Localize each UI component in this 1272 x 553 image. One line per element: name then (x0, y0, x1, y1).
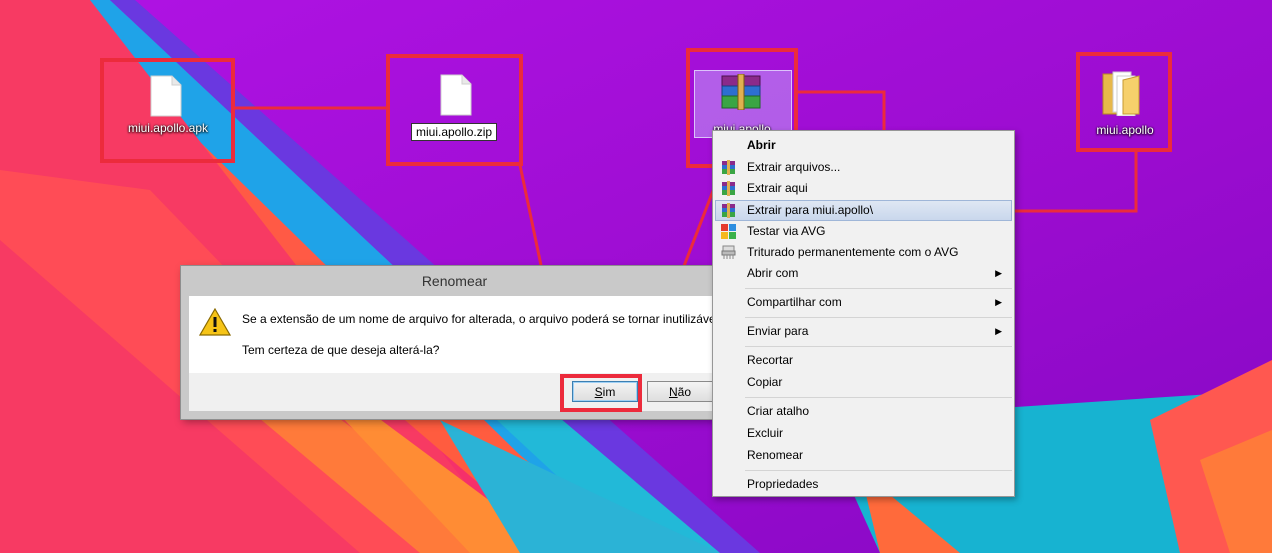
file-icon[interactable] (149, 75, 183, 120)
dialog-question: Tem certeza de que deseja alterá-la? (242, 343, 440, 357)
menu-item-criar-atalho[interactable]: Criar atalho (715, 401, 1012, 422)
desktop-background: miui.apollo.apk miui.apollo.zip miui.apo… (0, 0, 1272, 553)
menu-item-label: Abrir (747, 138, 776, 152)
menu-separator (745, 288, 1012, 289)
menu-item-enviar-para[interactable]: Enviar para ▶ (715, 321, 1012, 342)
submenu-arrow-icon: ▶ (995, 268, 1002, 278)
menu-item-extrair-arquivos[interactable]: Extrair arquivos... (715, 157, 1012, 178)
desktop-icon-label-folder[interactable]: miui.apollo (1085, 123, 1165, 137)
menu-item-label: Extrair arquivos... (747, 160, 841, 174)
menu-separator (745, 317, 1012, 318)
no-button[interactable]: Não (647, 381, 713, 402)
menu-item-label: Excluir (747, 426, 784, 440)
menu-item-label: Triturado permanentemente com o AVG (747, 245, 959, 259)
menu-item-label: Copiar (747, 375, 783, 389)
context-menu: Abrir Extrair arquivos... Extrair aqui E… (712, 130, 1015, 497)
menu-separator (745, 397, 1012, 398)
submenu-arrow-icon: ▶ (995, 297, 1002, 307)
avg-icon (721, 224, 736, 239)
no-button-mnemonic: N (668, 385, 678, 399)
menu-separator (745, 346, 1012, 347)
rename-edit-field[interactable]: miui.apollo.zip (411, 123, 498, 141)
menu-item-label: Enviar para (747, 324, 809, 338)
menu-item-label: Extrair aqui (747, 181, 808, 195)
warning-icon (198, 307, 232, 339)
menu-item-label: Criar atalho (747, 404, 810, 418)
menu-item-extrair-para[interactable]: Extrair para miui.apollo\ (715, 200, 1012, 221)
winrar-archive-icon[interactable] (720, 73, 762, 113)
desktop-icon-label-apk[interactable]: miui.apollo.apk (116, 121, 220, 135)
menu-item-propriedades[interactable]: Propriedades (715, 474, 1012, 495)
menu-item-triturado[interactable]: Triturado permanentemente com o AVG (715, 242, 1012, 263)
dialog-title: Renomear (421, 273, 488, 289)
menu-item-excluir[interactable]: Excluir (715, 423, 1012, 444)
file-icon[interactable] (439, 74, 473, 119)
menu-item-extrair-aqui[interactable]: Extrair aqui (715, 178, 1012, 199)
menu-item-recortar[interactable]: Recortar (715, 350, 1012, 371)
menu-item-testar-avg[interactable]: Testar via AVG (715, 221, 1012, 242)
menu-item-label: Abrir com (747, 266, 799, 280)
menu-item-abrir-com[interactable]: Abrir com ▶ (715, 263, 1012, 284)
winrar-icon (721, 160, 736, 175)
highlight-box-yes-button (560, 374, 642, 412)
menu-item-abrir[interactable]: Abrir (715, 135, 1012, 156)
menu-item-renomear[interactable]: Renomear (715, 445, 1012, 466)
menu-item-label: Extrair para miui.apollo\ (747, 203, 874, 217)
menu-item-label: Testar via AVG (747, 224, 826, 238)
winrar-icon (721, 203, 736, 218)
menu-item-label: Recortar (747, 353, 794, 367)
rename-dialog: Renomear Se a extensão de um nome de arq… (181, 266, 728, 419)
shredder-icon (721, 245, 736, 260)
submenu-arrow-icon: ▶ (995, 326, 1002, 336)
menu-separator (745, 470, 1012, 471)
menu-item-label: Propriedades (747, 477, 819, 491)
menu-item-label: Renomear (747, 448, 804, 462)
no-button-label: ão (677, 385, 692, 399)
menu-item-copiar[interactable]: Copiar (715, 372, 1012, 393)
dialog-message: Se a extensão de um nome de arquivo for … (242, 312, 722, 326)
dialog-body: Se a extensão de um nome de arquivo for … (189, 296, 722, 373)
folder-icon[interactable] (1101, 70, 1141, 119)
winrar-icon (721, 181, 736, 196)
menu-item-label: Compartilhar com (747, 295, 842, 309)
menu-item-compartilhar-com[interactable]: Compartilhar com ▶ (715, 292, 1012, 313)
